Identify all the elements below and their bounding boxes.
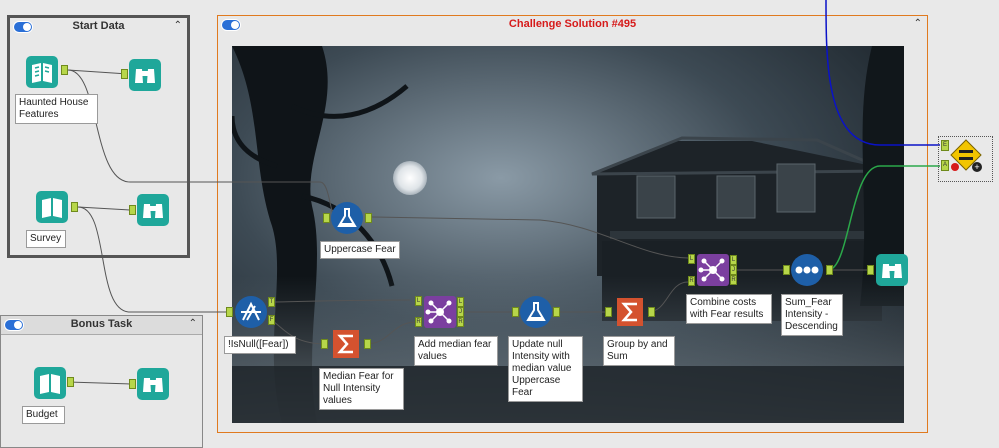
- output-anchor[interactable]: [365, 213, 372, 223]
- tool-label: Haunted House Features: [15, 94, 98, 124]
- update-null-formula-tool[interactable]: [520, 296, 552, 328]
- browse-tool[interactable]: [137, 194, 169, 226]
- tool-label: Update null Intensity with median value …: [508, 336, 583, 402]
- tool-label: Survey: [26, 230, 66, 248]
- input-anchor[interactable]: [129, 379, 136, 389]
- wire-summ-join: [365, 321, 417, 345]
- output-anchor[interactable]: [71, 202, 78, 212]
- tool-label: !IsNull([Fear]): [224, 336, 296, 354]
- left-output-anchor[interactable]: L: [730, 255, 737, 265]
- book-input-icon: [34, 367, 66, 399]
- wire-uppercase-combine: [371, 216, 689, 259]
- output-anchor[interactable]: [67, 377, 74, 387]
- filter-icon: [235, 296, 267, 328]
- wire-haunted-uppercase: [67, 69, 337, 219]
- right-anchor[interactable]: R: [688, 276, 695, 286]
- join-output-anchor[interactable]: J: [457, 307, 464, 317]
- tool-label: Add median fear values: [414, 336, 498, 366]
- right-anchor[interactable]: R: [415, 317, 422, 327]
- group-sum-summarize-tool[interactable]: [614, 296, 646, 328]
- join-output-anchor[interactable]: J: [730, 265, 737, 275]
- sort-icon: [791, 254, 823, 286]
- input-anchor[interactable]: [321, 339, 328, 349]
- wire-blue-expected: [825, 0, 940, 146]
- left-output-anchor[interactable]: L: [457, 297, 464, 307]
- false-anchor[interactable]: F: [268, 315, 275, 325]
- flask-formula-icon: [331, 202, 363, 234]
- survey-input-tool[interactable]: [36, 191, 68, 223]
- tool-label: Sum_Fear Intensity - Descending: [781, 294, 843, 336]
- left-anchor[interactable]: L: [415, 296, 422, 306]
- output-anchor[interactable]: [553, 307, 560, 317]
- output-anchor[interactable]: [364, 339, 371, 349]
- wire-budget-browse: [67, 381, 131, 385]
- haunted-house-input-tool[interactable]: [26, 56, 58, 88]
- input-anchor[interactable]: [512, 307, 519, 317]
- expected-anchor[interactable]: E: [941, 140, 949, 151]
- isnull-filter-tool[interactable]: [235, 296, 267, 328]
- tool-label: Median Fear for Null Intensity values: [319, 368, 404, 410]
- input-anchor[interactable]: [323, 213, 330, 223]
- wire-filter-true-join: [267, 299, 411, 303]
- binoculars-browse-icon: [876, 254, 908, 286]
- flask-formula-icon: [520, 296, 552, 328]
- book-input-icon: [36, 191, 68, 223]
- tool-label: Budget: [22, 406, 65, 424]
- input-anchor[interactable]: [121, 69, 128, 79]
- output-anchor[interactable]: [826, 265, 833, 275]
- browse-tool[interactable]: [876, 254, 908, 286]
- sort-tool[interactable]: [791, 254, 823, 286]
- add-median-join-tool[interactable]: [424, 296, 456, 328]
- left-anchor[interactable]: L: [688, 254, 695, 264]
- input-anchor[interactable]: [867, 265, 874, 275]
- uppercase-fear-formula-tool[interactable]: [331, 202, 363, 234]
- binoculars-browse-icon: [137, 368, 169, 400]
- budget-input-tool[interactable]: [34, 367, 66, 399]
- median-summarize-tool[interactable]: [330, 328, 362, 360]
- join-icon: [424, 296, 456, 328]
- tool-label: Combine costs with Fear results: [686, 294, 772, 324]
- tool-label: Uppercase Fear: [320, 241, 400, 259]
- input-anchor[interactable]: [129, 205, 136, 215]
- book-input-icon: [26, 56, 58, 88]
- binoculars-browse-icon: [137, 194, 169, 226]
- actual-anchor[interactable]: A: [941, 160, 949, 171]
- input-anchor[interactable]: [226, 307, 233, 317]
- tool-label: Group by and Sum: [603, 336, 675, 366]
- join-icon: [697, 254, 729, 286]
- right-output-anchor[interactable]: R: [457, 317, 464, 327]
- error-icon: [951, 163, 959, 171]
- true-anchor[interactable]: T: [268, 297, 275, 307]
- output-anchor[interactable]: [61, 65, 68, 75]
- input-anchor[interactable]: [605, 307, 612, 317]
- browse-tool[interactable]: [137, 368, 169, 400]
- right-output-anchor[interactable]: R: [730, 275, 737, 285]
- sigma-summarize-icon: [617, 298, 643, 326]
- combine-costs-join-tool[interactable]: [697, 254, 729, 286]
- browse-tool[interactable]: [129, 59, 161, 91]
- input-anchor[interactable]: [783, 265, 790, 275]
- binoculars-browse-icon: [129, 59, 161, 91]
- add-icon[interactable]: +: [972, 162, 982, 172]
- sigma-summarize-icon: [333, 330, 359, 358]
- output-anchor[interactable]: [648, 307, 655, 317]
